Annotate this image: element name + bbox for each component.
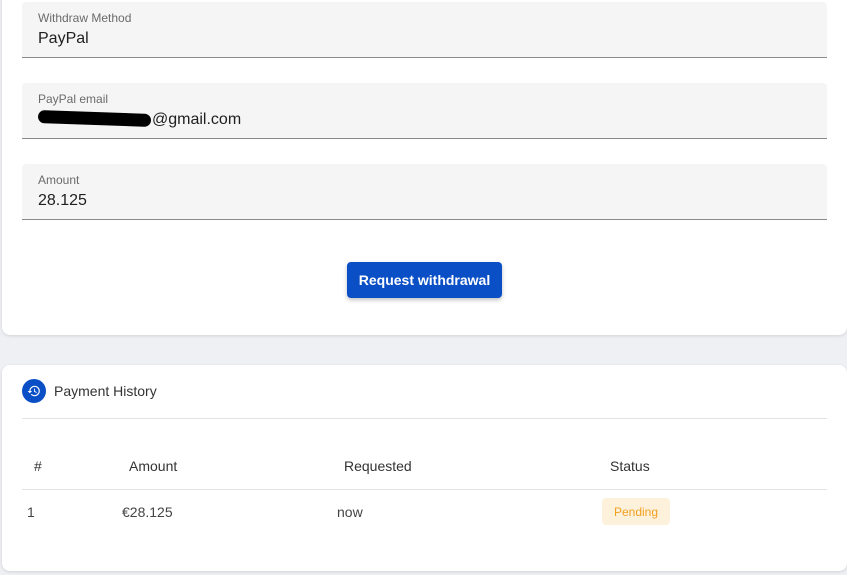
column-header-amount: Amount [129,458,178,474]
table-header-divider [22,489,827,490]
request-withdrawal-button[interactable]: Request withdrawal [347,262,502,298]
paypal-email-value-wrap: @gmail.com [37,110,242,129]
payment-history-header: Payment History [22,379,157,403]
paypal-email-label: PayPal email [38,92,109,106]
row-requested: now [337,504,363,520]
withdraw-method-label: Withdraw Method [38,11,132,25]
status-badge: Pending [602,498,670,525]
column-header-requested: Requested [344,458,412,474]
payment-history-title: Payment History [54,383,157,399]
row-index: 1 [27,504,35,520]
amount-field[interactable]: Amount 28.125 [22,164,827,220]
column-header-status: Status [610,458,650,474]
row-amount: €28.125 [122,504,173,520]
paypal-email-field[interactable]: PayPal email @gmail.com [22,83,827,139]
history-icon [22,379,46,403]
withdraw-method-value: PayPal [38,30,89,47]
withdraw-form-card: Withdraw Method PayPal PayPal email @gma… [2,0,847,335]
withdraw-method-field[interactable]: Withdraw Method PayPal [22,2,827,58]
redaction-mark [37,110,152,127]
paypal-email-value: @gmail.com [152,111,242,128]
column-header-index: # [34,458,42,474]
header-divider [22,418,827,419]
amount-value: 28.125 [38,192,87,209]
payment-history-card: Payment History # Amount Requested Statu… [2,365,847,571]
amount-label: Amount [38,173,80,187]
